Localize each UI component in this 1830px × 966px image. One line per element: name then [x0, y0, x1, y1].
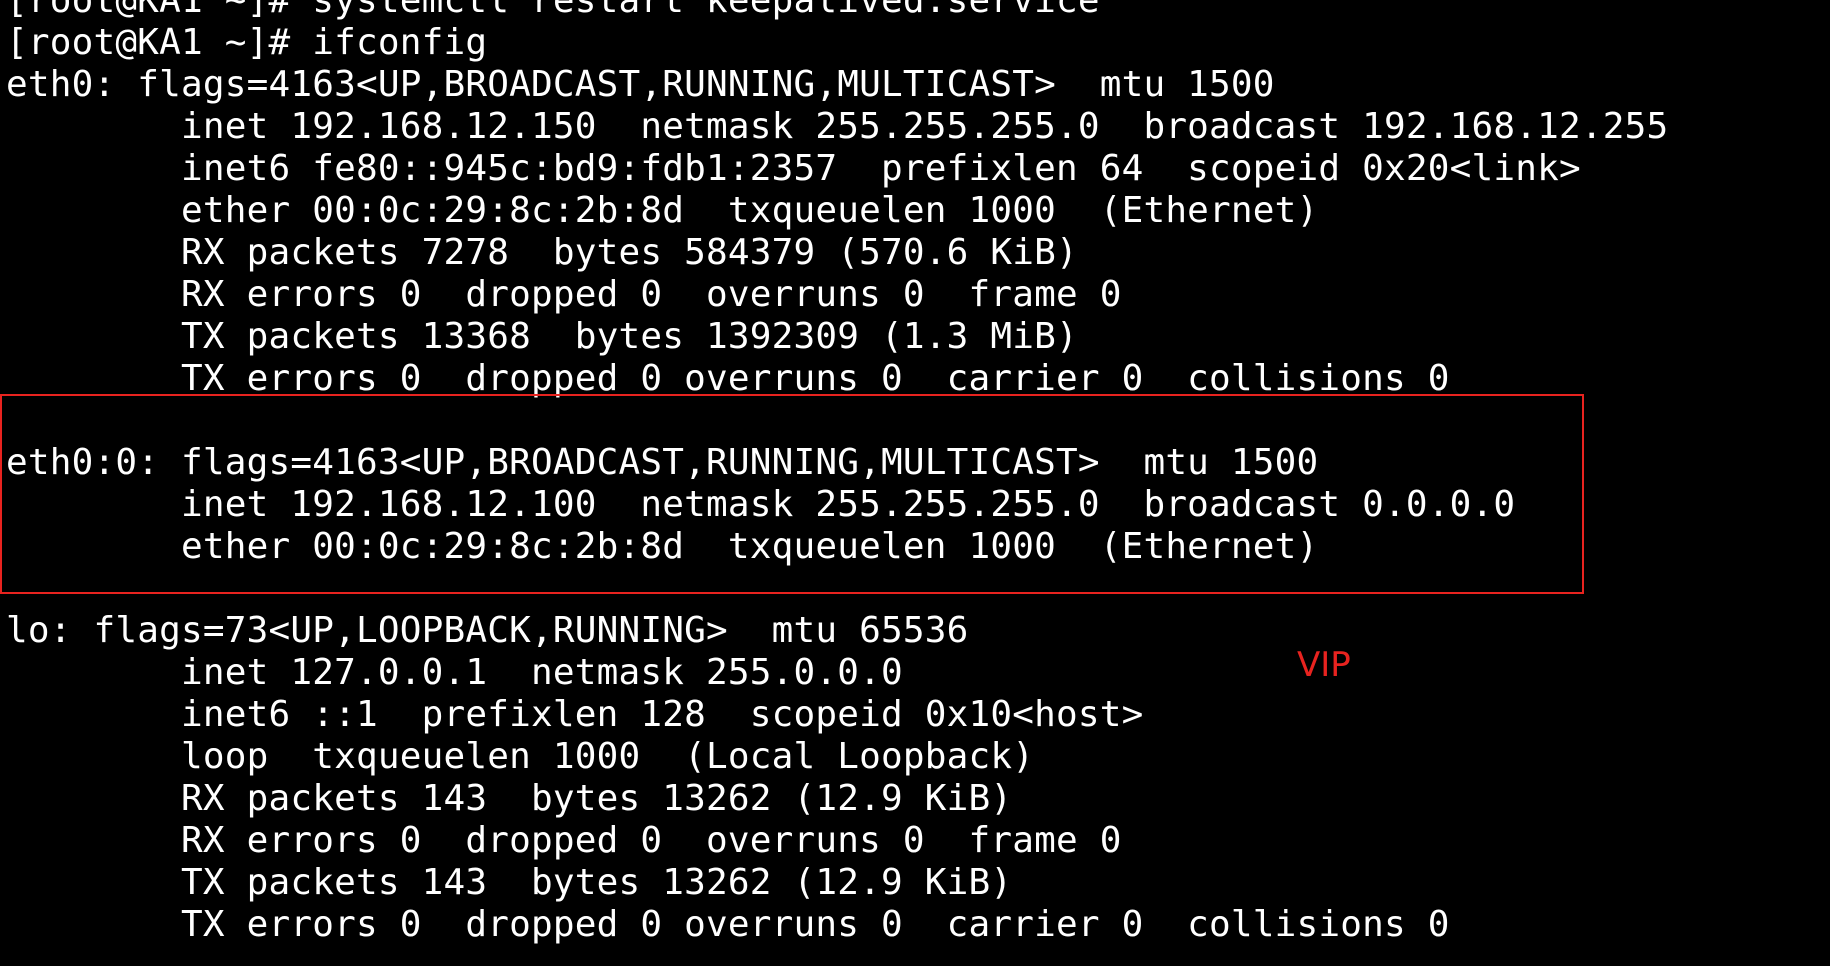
terminal-window[interactable]: [root@KA1 ~]# systemctl restart keepaliv…: [0, 0, 1830, 966]
terminal-line: [root@KA1 ~]# ifconfig: [6, 22, 488, 63]
terminal-line: RX errors 0 dropped 0 overruns 0 frame 0: [6, 274, 1122, 315]
terminal-line: RX packets 7278 bytes 584379 (570.6 KiB): [6, 232, 1078, 273]
terminal-line: loop txqueuelen 1000 (Local Loopback): [6, 736, 1035, 777]
terminal-line: RX errors 0 dropped 0 overruns 0 frame 0: [6, 820, 1122, 861]
terminal-line: TX packets 13368 bytes 1392309 (1.3 MiB): [6, 316, 1078, 357]
terminal-line: TX errors 0 dropped 0 overruns 0 carrier…: [6, 904, 1450, 945]
terminal-line: ether 00:0c:29:8c:2b:8d txqueuelen 1000 …: [6, 190, 1319, 231]
terminal-line: inet 127.0.0.1 netmask 255.0.0.0: [6, 652, 903, 693]
terminal-line: lo: flags=73<UP,LOOPBACK,RUNNING> mtu 65…: [6, 610, 969, 651]
terminal-line: TX packets 143 bytes 13262 (12.9 KiB): [6, 862, 1013, 903]
terminal-line: RX packets 143 bytes 13262 (12.9 KiB): [6, 778, 1013, 819]
vip-highlight-box: [0, 394, 1584, 594]
terminal-line: inet 192.168.12.150 netmask 255.255.255.…: [6, 106, 1669, 147]
terminal-line: [root@KA1 ~]# systemctl restart keepaliv…: [6, 0, 1100, 21]
terminal-line: eth0: flags=4163<UP,BROADCAST,RUNNING,MU…: [6, 64, 1275, 105]
terminal-line: inet6 ::1 prefixlen 128 scopeid 0x10<hos…: [6, 694, 1144, 735]
vip-annotation-label: VIP: [1297, 645, 1351, 685]
terminal-line: inet6 fe80::945c:bd9:fdb1:2357 prefixlen…: [6, 148, 1581, 189]
